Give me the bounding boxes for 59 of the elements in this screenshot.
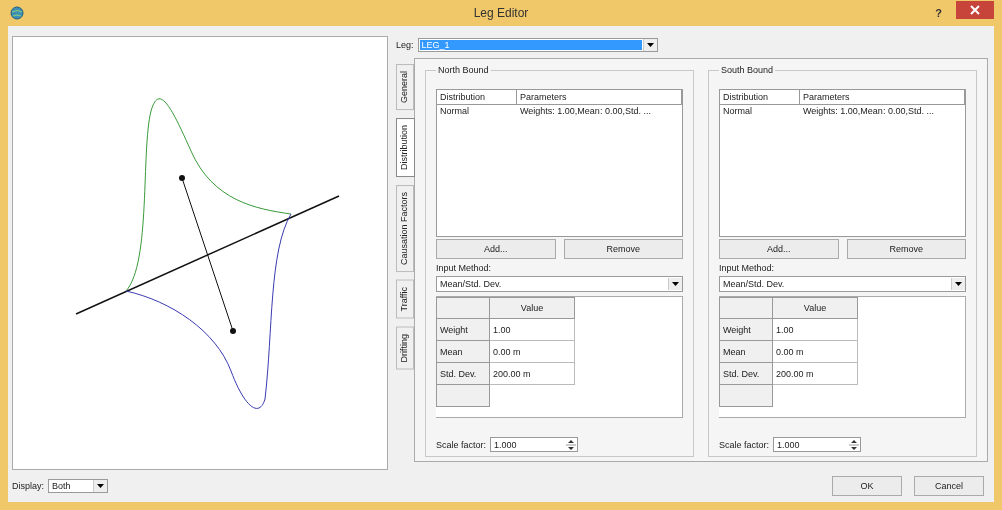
- tab[interactable]: General: [396, 64, 414, 111]
- row-header: Weight: [436, 318, 490, 341]
- scale-factor-field[interactable]: 1.000: [490, 437, 579, 452]
- distribution-list[interactable]: Distribution Parameters Normal Weights: 1.00,Mean: 0.00,Std. ...: [719, 89, 966, 237]
- row-header: Std. Dev.: [436, 362, 490, 385]
- dropdown-arrow-icon: [955, 282, 962, 286]
- value-cell[interactable]: 200.00 m: [772, 362, 858, 385]
- row-header: Mean: [436, 340, 490, 363]
- input-method-label: Input Method:: [719, 263, 776, 273]
- distribution-list[interactable]: Distribution Parameters Normal Weights: 1.00,Mean: 0.00,Std. ...: [436, 89, 683, 237]
- row-header: Std. Dev.: [719, 362, 773, 385]
- input-method-dropdown[interactable]: Mean/Std. Dev.: [719, 276, 966, 292]
- group-title: South Bound: [720, 65, 775, 75]
- value-cell[interactable]: 200.00 m: [489, 362, 575, 385]
- list-cell[interactable]: Normal: [720, 105, 800, 117]
- scale-factor-field[interactable]: 1.000: [773, 437, 862, 452]
- value-cell[interactable]: 1.00: [772, 318, 858, 341]
- value-cell[interactable]: 1.00: [489, 318, 575, 341]
- scale-factor-label: Scale factor:: [436, 439, 487, 450]
- display-dropdown[interactable]: Both: [48, 479, 108, 493]
- close-button[interactable]: [956, 1, 994, 19]
- spin-arrows-icon[interactable]: [566, 437, 577, 452]
- group-title: North Bound: [437, 65, 490, 75]
- column-header[interactable]: Distribution: [437, 90, 517, 104]
- row-header: Mean: [719, 340, 773, 363]
- column-header: Value: [489, 297, 575, 319]
- scale-factor-label: Scale factor:: [719, 439, 770, 450]
- column-header: Value: [772, 297, 858, 319]
- globe-icon: [10, 6, 24, 20]
- dialog-button[interactable]: Cancel: [914, 476, 984, 496]
- list-button[interactable]: Remove: [846, 239, 966, 259]
- dialog-button[interactable]: OK: [832, 476, 902, 496]
- row-header: Weight: [719, 318, 773, 341]
- spin-arrows-icon[interactable]: [849, 437, 860, 452]
- column-header[interactable]: Parameters: [517, 90, 682, 104]
- list-cell[interactable]: Weights: 1.00,Mean: 0.00,Std. ...: [517, 105, 682, 117]
- dropdown-arrow-icon: [672, 282, 679, 286]
- window-title: Leg Editor: [472, 6, 530, 20]
- list-button[interactable]: Add...: [436, 239, 556, 259]
- list-cell[interactable]: Weights: 1.00,Mean: 0.00,Std. ...: [800, 105, 965, 117]
- dropdown-arrow-icon: [97, 484, 104, 488]
- value-cell[interactable]: 0.00 m: [772, 340, 858, 363]
- close-icon: [970, 5, 980, 15]
- input-method-dropdown[interactable]: Mean/Std. Dev.: [436, 276, 683, 292]
- tab[interactable]: Distribution: [396, 118, 415, 178]
- dropdown-arrow-icon: [646, 43, 654, 47]
- display-label: Display:: [12, 481, 44, 491]
- column-header[interactable]: Parameters: [800, 90, 965, 104]
- leg-label: Leg:: [396, 40, 414, 50]
- tab[interactable]: Causation Factors: [396, 185, 414, 273]
- tab[interactable]: Traffic: [396, 280, 414, 319]
- input-method-label: Input Method:: [436, 263, 493, 273]
- list-button[interactable]: Remove: [563, 239, 683, 259]
- list-cell[interactable]: Normal: [437, 105, 517, 117]
- value-cell[interactable]: 0.00 m: [489, 340, 575, 363]
- list-button[interactable]: Add...: [719, 239, 839, 259]
- column-header[interactable]: Distribution: [720, 90, 800, 104]
- tab[interactable]: Drifting: [396, 326, 414, 370]
- help-button[interactable]: ?: [935, 7, 942, 19]
